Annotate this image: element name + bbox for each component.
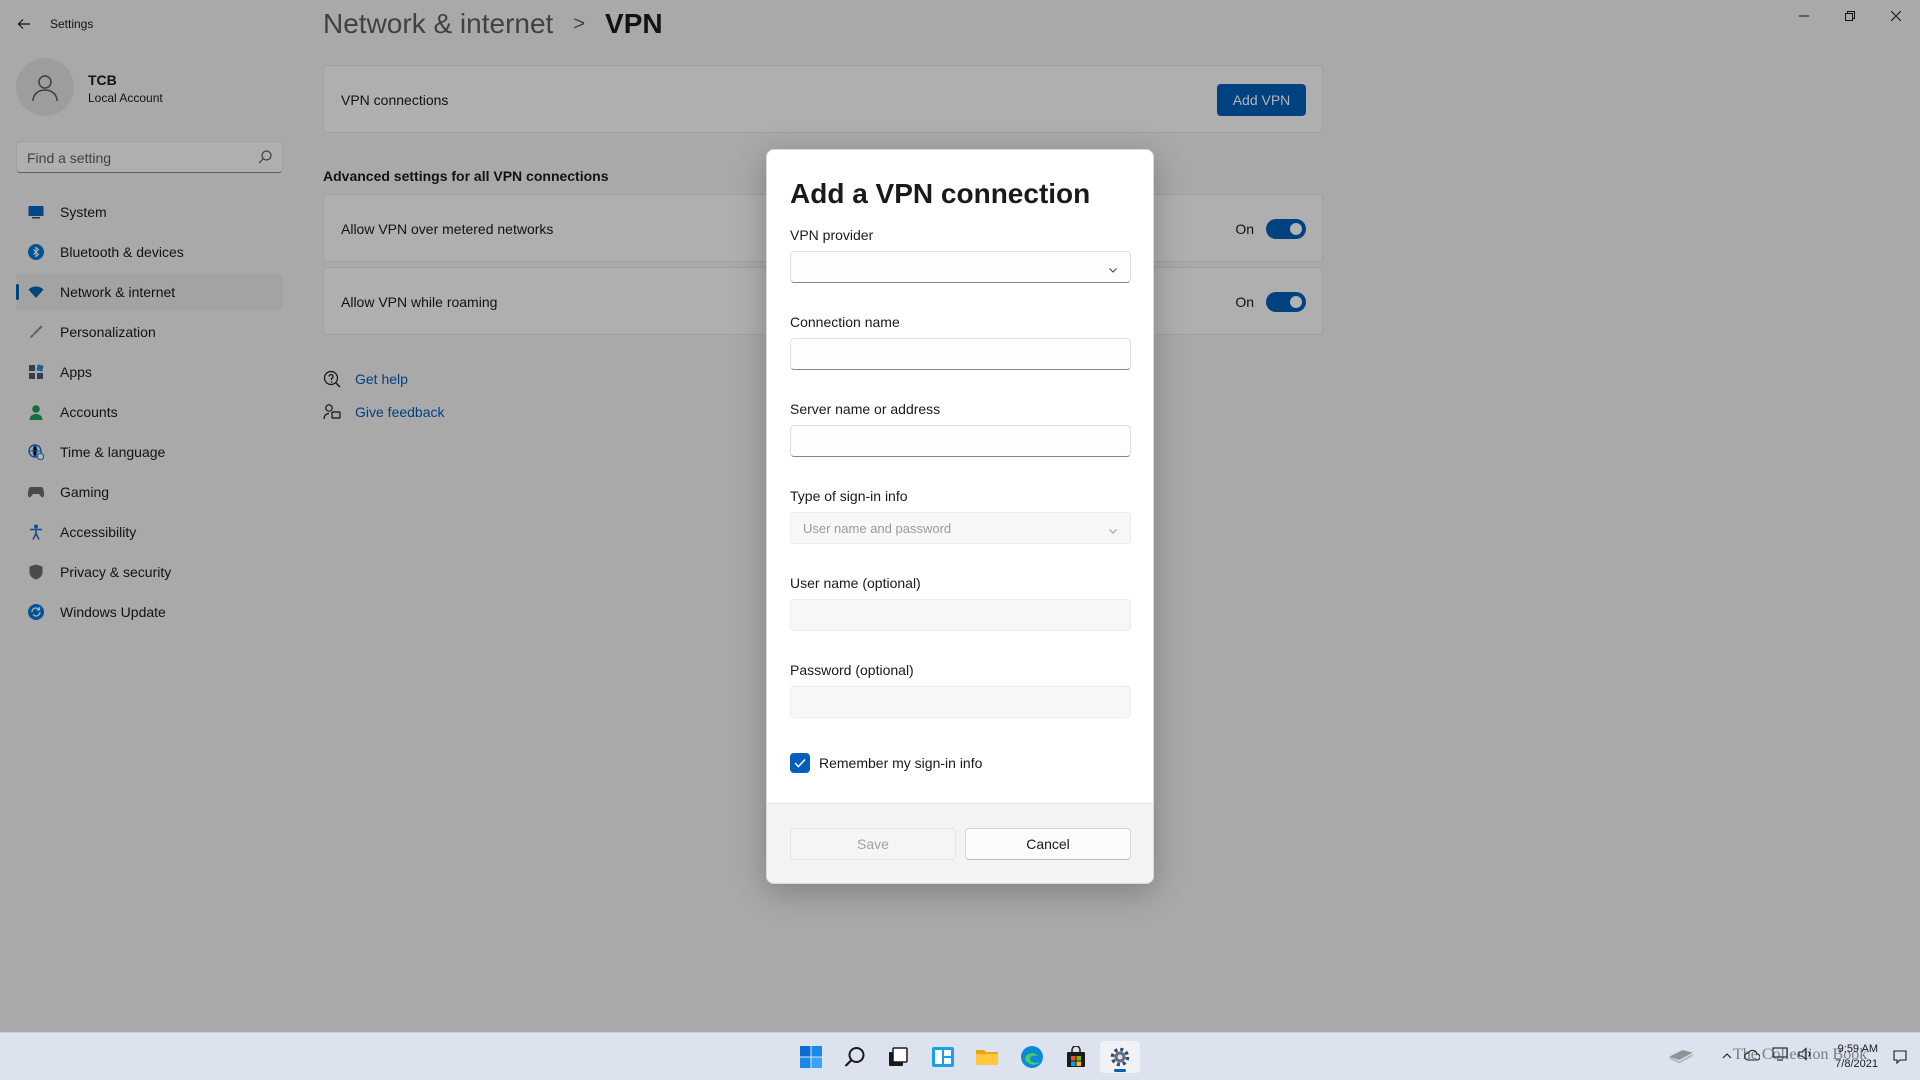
dialog-title: Add a VPN connection [790, 178, 1091, 209]
remember-signin-checkbox[interactable]: Remember my sign-in info [790, 753, 982, 773]
watermark-text: The Collection Book [1733, 1046, 1868, 1063]
server-field [790, 425, 1131, 457]
username-input[interactable] [801, 606, 1101, 626]
signin-type-select[interactable]: User name and password [790, 512, 1131, 544]
username-label: User name (optional) [790, 575, 921, 591]
chevron-down-icon [1108, 262, 1118, 280]
password-input[interactable] [801, 693, 1101, 713]
vpn-provider-select[interactable] [790, 251, 1131, 283]
save-button[interactable]: Save [790, 828, 956, 860]
vpn-provider-label: VPN provider [790, 227, 874, 243]
remember-signin-label: Remember my sign-in info [819, 755, 983, 771]
taskbar: 9:59 AM 7/8/2021 [0, 1032, 1920, 1080]
signin-type-label: Type of sign-in info [790, 488, 908, 504]
add-vpn-dialog: Add a VPN connection VPN provider Connec… [766, 149, 1154, 884]
signin-type-value: User name and password [803, 521, 952, 536]
edge-icon[interactable] [1012, 1041, 1052, 1073]
connection-name-label: Connection name [790, 314, 900, 330]
cancel-button[interactable]: Cancel [965, 828, 1131, 860]
settings-icon[interactable] [1100, 1041, 1140, 1073]
username-field [790, 599, 1131, 631]
password-field [790, 686, 1131, 718]
chevron-down-icon [1108, 523, 1118, 541]
task-view-icon[interactable] [878, 1041, 918, 1073]
dialog-footer: Save Cancel [767, 803, 1153, 883]
settings-window: Settings TCB Local Account System [0, 0, 1920, 1032]
connection-name-field [790, 338, 1131, 370]
password-label: Password (optional) [790, 662, 914, 678]
notification-icon[interactable] [1892, 1049, 1908, 1070]
search-icon[interactable] [835, 1041, 875, 1073]
connection-name-input[interactable] [801, 345, 1101, 365]
checkmark-icon [790, 753, 810, 773]
file-explorer-icon[interactable] [967, 1041, 1007, 1073]
widgets-icon[interactable] [923, 1041, 963, 1073]
server-input[interactable] [801, 432, 1101, 452]
store-icon[interactable] [1056, 1041, 1096, 1073]
server-label: Server name or address [790, 401, 941, 417]
start-icon[interactable] [791, 1041, 831, 1073]
